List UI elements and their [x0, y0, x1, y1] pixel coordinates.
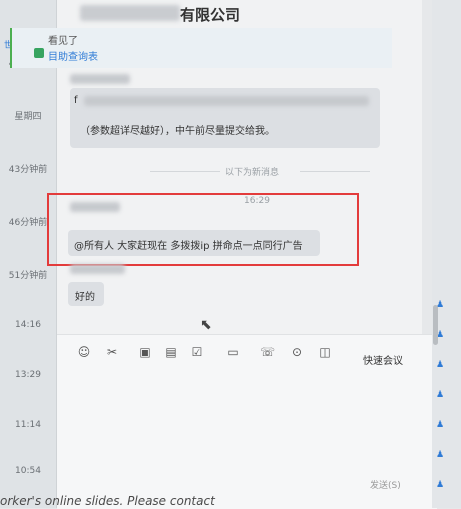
file-icon[interactable]: ▤: [164, 345, 178, 359]
user-icon: ♟: [436, 390, 445, 400]
message-text: 好的: [75, 292, 95, 303]
title-redaction: [80, 5, 180, 21]
session-time: 11:14: [15, 420, 41, 430]
session-time: 43分钟前: [8, 165, 48, 175]
user-icon: ♟: [436, 450, 445, 460]
sender-redaction: [70, 74, 130, 84]
session-time: 10:54: [15, 466, 41, 476]
image-icon[interactable]: ▣: [138, 345, 152, 359]
send-button[interactable]: 发送(S): [370, 478, 401, 491]
emoji-icon[interactable]: ☺: [77, 345, 91, 359]
session-time: 13:29: [15, 370, 41, 380]
phone-icon[interactable]: ☏: [260, 345, 275, 359]
background-caption: orker's online slides. Please contact: [0, 494, 215, 508]
folder-icon[interactable]: ▭: [226, 345, 240, 359]
session-time: 51分钟前: [8, 271, 48, 281]
user-icon: ♟: [436, 480, 445, 490]
message-text: （参数超详尽越好），中午前尽量提交给我。: [80, 126, 275, 137]
session-time: 14:16: [15, 320, 41, 330]
checkbox-icon[interactable]: ☑: [190, 345, 204, 359]
user-icon: ♟: [436, 360, 445, 370]
quick-meeting-button[interactable]: 快速会议: [363, 352, 403, 367]
scrollbar[interactable]: [433, 305, 438, 345]
sender-redaction: [70, 264, 125, 274]
shared-file-link[interactable]: 目助查询表: [48, 48, 98, 63]
message-prefix: f: [74, 95, 78, 106]
more-icon[interactable]: ⊙: [290, 345, 304, 359]
new-message-divider: 以下为新消息: [225, 168, 280, 178]
highlight-box: [47, 193, 359, 266]
shared-file-card[interactable]: 看见了 目助查询表: [10, 28, 392, 68]
divider-line: [150, 171, 220, 172]
message-redaction: [84, 96, 369, 106]
spreadsheet-icon: [34, 48, 44, 58]
user-icon: ♟: [436, 420, 445, 430]
mouse-cursor-icon: ⬉: [200, 317, 212, 333]
right-panel: ♟ ♟ ♟ ♟ ♟ ♟ ♟: [432, 0, 461, 508]
screenshot-icon[interactable]: ◫: [318, 345, 332, 359]
shared-card-text: 看见了: [48, 36, 78, 47]
scissors-icon[interactable]: ✂: [105, 345, 119, 359]
chat-title: 有限公司: [180, 6, 241, 24]
divider-line: [300, 171, 370, 172]
session-time: 星期四: [14, 112, 42, 122]
